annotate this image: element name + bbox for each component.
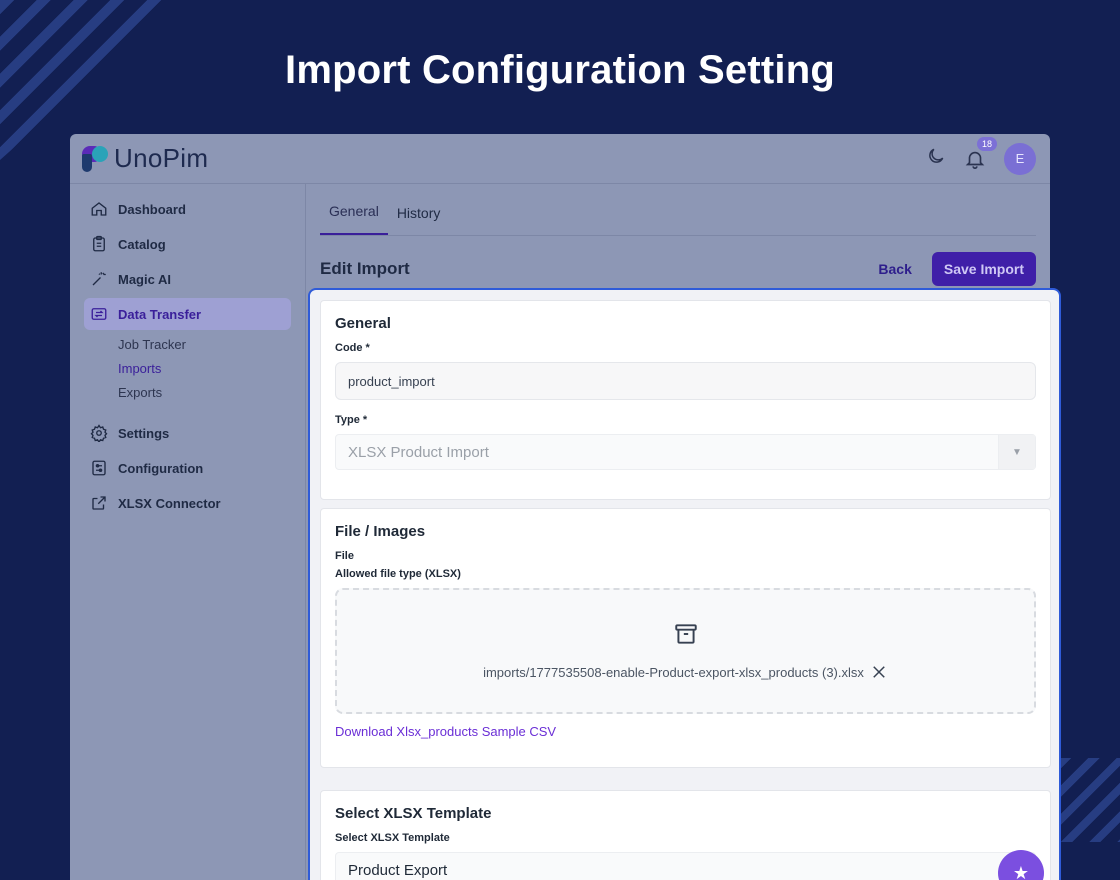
avatar[interactable]: E bbox=[1004, 142, 1036, 175]
sidebar-item-label: XLSX Connector bbox=[118, 495, 221, 511]
dark-mode-toggle-icon[interactable] bbox=[926, 146, 946, 171]
close-icon[interactable] bbox=[870, 663, 888, 681]
xlsx-template-card: Select XLSX Template Select XLSX Templat… bbox=[320, 790, 1051, 880]
file-images-card-title: File / Images bbox=[335, 523, 426, 540]
sidebar-item-catalog[interactable]: Catalog bbox=[84, 228, 291, 260]
gear-icon bbox=[90, 424, 108, 442]
general-card-title: General bbox=[335, 315, 391, 332]
sidebar-subitem-exports[interactable]: Exports bbox=[70, 381, 305, 405]
tab-general[interactable]: General bbox=[320, 203, 388, 235]
page-title: Edit Import bbox=[320, 259, 410, 278]
type-select-value: XLSX Product Import bbox=[348, 443, 489, 461]
transfer-icon bbox=[91, 308, 107, 320]
sliders-icon bbox=[92, 460, 106, 476]
file-images-card: File / Images File Allowed file type (XL… bbox=[320, 508, 1051, 768]
sidebar-subitem-job-tracker[interactable]: Job Tracker bbox=[70, 333, 305, 357]
code-label: Code * bbox=[335, 342, 370, 354]
type-label: Type * bbox=[335, 414, 368, 426]
notification-count-badge: 18 bbox=[976, 135, 999, 152]
xlsx-template-value: Product Export bbox=[348, 861, 448, 879]
download-sample-link[interactable]: Download Xlsx_products Sample CSV bbox=[335, 724, 1036, 739]
home-icon bbox=[91, 202, 107, 216]
allowed-file-type-label: Allowed file type (XLSX) bbox=[335, 568, 461, 580]
star-icon: ★ bbox=[1012, 862, 1030, 880]
chevron-down-icon: ▼ bbox=[998, 435, 1035, 469]
logo[interactable]: UnoPim bbox=[82, 143, 208, 174]
top-actions: 18 E bbox=[926, 135, 1036, 175]
type-select[interactable]: XLSX Product Import ▼ bbox=[335, 434, 1036, 470]
logo-mark-icon bbox=[82, 145, 110, 172]
sidebar-subitem-imports[interactable]: Imports bbox=[70, 357, 305, 381]
sidebar: Dashboard Catalog Magic AI Data Transfer… bbox=[70, 184, 306, 880]
share-icon bbox=[92, 496, 106, 510]
sidebar-item-label: Data Transfer bbox=[118, 306, 202, 322]
sidebar-item-label: Magic AI bbox=[118, 271, 171, 287]
back-button[interactable]: Back bbox=[878, 261, 911, 277]
logo-text: UnoPim bbox=[114, 143, 209, 173]
hero-title: Import Configuration Setting bbox=[285, 48, 835, 92]
sidebar-item-xlsx-connector[interactable]: XLSX Connector bbox=[84, 487, 291, 519]
top-bar: UnoPim 18 E bbox=[70, 134, 1050, 184]
sidebar-item-magic-ai[interactable]: Magic AI bbox=[84, 263, 291, 295]
xlsx-template-card-title: Select XLSX Template bbox=[335, 805, 492, 822]
sidebar-item-settings[interactable]: Settings bbox=[84, 417, 291, 449]
general-card: General Code * product_import Type * XLS… bbox=[320, 300, 1051, 500]
sidebar-item-dashboard[interactable]: Dashboard bbox=[84, 193, 291, 225]
xlsx-template-select[interactable]: Product Export bbox=[335, 852, 1036, 880]
sidebar-item-label: Dashboard bbox=[118, 201, 186, 217]
sidebar-item-data-transfer[interactable]: Data Transfer bbox=[84, 298, 291, 330]
xlsx-template-label: Select XLSX Template bbox=[335, 832, 450, 844]
save-import-button[interactable]: Save Import bbox=[931, 252, 1036, 286]
background-stripes-bottom-right bbox=[1060, 758, 1120, 842]
file-label: File bbox=[335, 550, 354, 562]
header-actions: Back Save Import bbox=[878, 252, 1036, 286]
uploaded-file-name: imports/1777535508-enable-Product-export… bbox=[483, 664, 864, 680]
code-input[interactable]: product_import bbox=[335, 362, 1036, 400]
sidebar-item-label: Configuration bbox=[118, 460, 204, 476]
clipboard-icon bbox=[93, 235, 105, 252]
sidebar-item-label: Settings bbox=[118, 425, 170, 441]
magic-wand-icon bbox=[92, 272, 106, 286]
sidebar-item-label: Catalog bbox=[118, 236, 166, 252]
archive-icon bbox=[674, 624, 697, 644]
tab-history[interactable]: History bbox=[388, 205, 450, 235]
sidebar-item-configuration[interactable]: Configuration bbox=[84, 452, 291, 484]
tab-bar: General History bbox=[320, 184, 1036, 236]
file-dropzone[interactable]: imports/1777535508-enable-Product-export… bbox=[335, 588, 1036, 714]
uploaded-file-row: imports/1777535508-enable-Product-export… bbox=[483, 663, 888, 681]
page-header: Edit Import Back Save Import bbox=[320, 252, 1036, 286]
notifications-button[interactable]: 18 bbox=[964, 135, 999, 170]
